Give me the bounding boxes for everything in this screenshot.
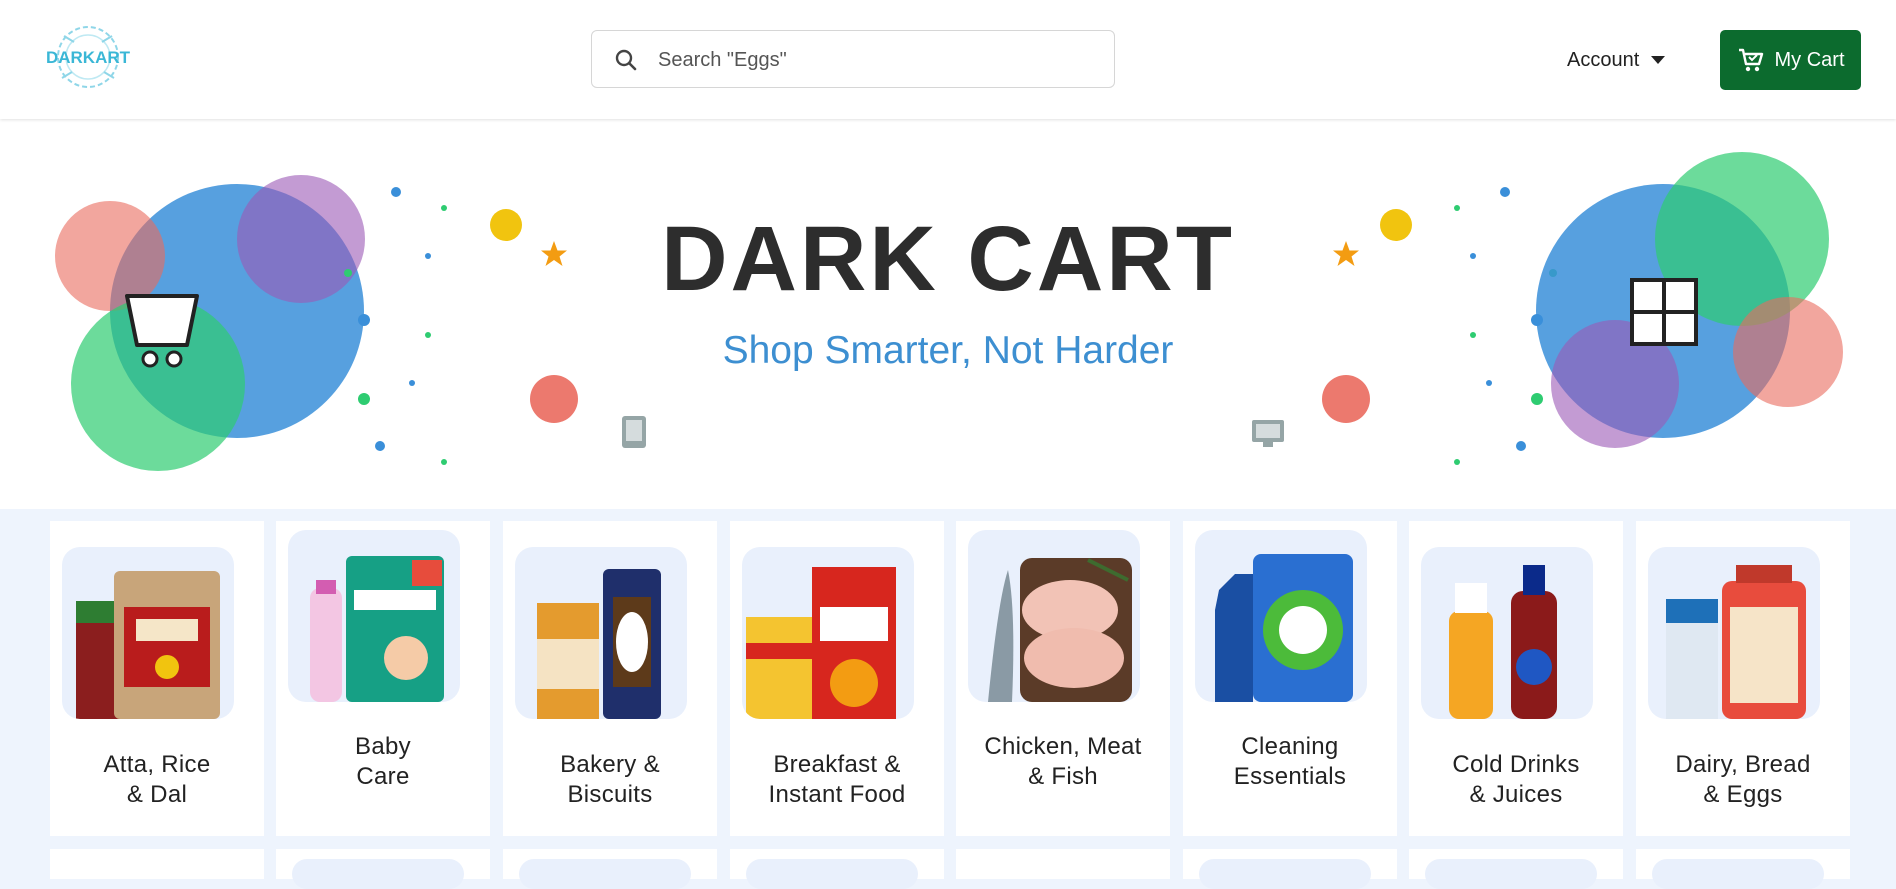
category-label: Chicken, Meat & Fish	[984, 733, 1142, 790]
category-card-row2[interactable]	[50, 849, 264, 879]
category-image-chicken	[968, 530, 1140, 702]
category-image	[519, 859, 691, 889]
category-card-breakfast-instant[interactable]: Breakfast & Instant Food	[730, 521, 944, 836]
category-image	[1199, 859, 1371, 889]
category-label: Bakery & Biscuits	[560, 751, 660, 808]
category-card-row2[interactable]	[956, 849, 1170, 879]
category-card-row2[interactable]	[1183, 849, 1397, 889]
banner-decoration	[55, 152, 1843, 471]
category-image-bakery	[515, 547, 687, 719]
cart-label: My Cart	[1774, 48, 1845, 71]
banner-title: DARK CART	[661, 208, 1235, 310]
category-label: Cold Drinks & Juices	[1452, 751, 1580, 808]
category-card-chicken-meat-fish[interactable]: Chicken, Meat & Fish	[956, 521, 1170, 836]
category-card-row2[interactable]	[276, 849, 490, 889]
category-image	[746, 859, 918, 889]
tablet-icon	[622, 416, 646, 448]
top-header: DARKART Account My Cart	[0, 0, 1896, 119]
category-label: Dairy, Bread & Eggs	[1675, 751, 1811, 808]
category-image	[292, 859, 464, 889]
hero-banner: DARK CART Shop Smarter, Not Harder	[0, 119, 1896, 509]
category-card-row2[interactable]	[1636, 849, 1850, 889]
category-image-atta	[62, 547, 234, 719]
category-image-drinks	[1421, 547, 1593, 719]
category-image-baby-care	[288, 530, 460, 702]
search-box[interactable]	[591, 30, 1115, 88]
account-label: Account	[1567, 48, 1640, 71]
category-card-cold-drinks[interactable]: Cold Drinks & Juices	[1409, 521, 1623, 836]
search-icon	[615, 49, 637, 71]
category-card-row2[interactable]	[730, 849, 944, 889]
chevron-down-icon	[1651, 56, 1666, 64]
category-card-baby-care[interactable]: Baby Care	[276, 521, 490, 836]
cart-icon	[1738, 48, 1763, 72]
category-card-cleaning[interactable]: Cleaning Essentials	[1183, 521, 1397, 836]
logo-text: DARKART	[46, 48, 131, 67]
category-card-bakery-biscuits[interactable]: Bakery & Biscuits	[503, 521, 717, 836]
category-image	[1425, 859, 1597, 889]
monitor-icon	[1252, 420, 1284, 447]
category-label: Baby Care	[355, 733, 411, 790]
category-card-row2[interactable]	[503, 849, 717, 889]
category-label: Cleaning Essentials	[1233, 733, 1347, 790]
my-cart-button[interactable]: My Cart	[1720, 30, 1861, 90]
account-dropdown[interactable]: Account	[1567, 44, 1666, 76]
category-image-cleaning	[1195, 530, 1367, 702]
category-card-row2[interactable]	[1409, 849, 1623, 889]
category-label: Breakfast & Instant Food	[768, 751, 906, 808]
category-card-dairy-bread-eggs[interactable]: Dairy, Bread & Eggs	[1636, 521, 1850, 836]
category-label: Atta, Rice & Dal	[103, 751, 211, 808]
banner-subtitle: Shop Smarter, Not Harder	[722, 329, 1174, 372]
category-card-atta-rice-dal[interactable]: Atta, Rice & Dal	[50, 521, 264, 836]
category-image-breakfast	[742, 547, 914, 719]
category-image	[1652, 859, 1824, 889]
darkart-logo[interactable]: DARKART	[44, 22, 132, 92]
search-input[interactable]	[656, 41, 1090, 79]
category-image-dairy	[1648, 547, 1820, 719]
